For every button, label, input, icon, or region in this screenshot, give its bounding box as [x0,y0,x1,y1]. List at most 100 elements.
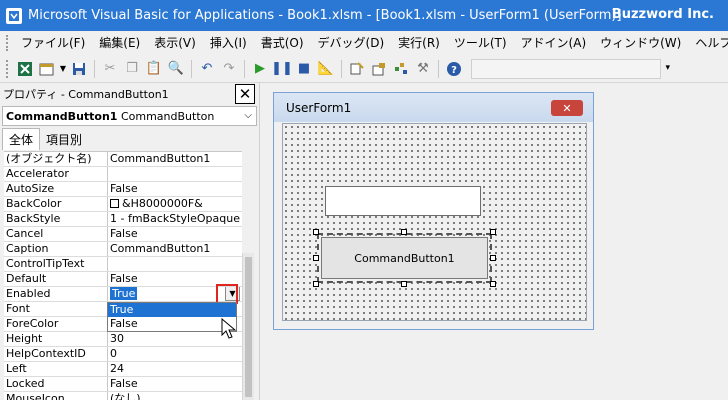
property-value[interactable]: 24 [108,362,242,376]
menu-tools[interactable]: ツール(T) [447,32,514,54]
scrollbar-thumb[interactable] [245,257,252,397]
property-name: Accelerator [4,167,108,181]
reset-icon[interactable]: ■ [293,58,315,80]
run-icon[interactable]: ▶ [249,58,271,80]
userform-title: UserForm1 [286,100,352,115]
resize-handle[interactable] [401,229,407,235]
properties-panel: プロパティ - CommandButton1 ✕ CommandButton1 … [0,83,260,400]
properties-window-icon[interactable] [368,58,390,80]
object-name: CommandButton1 [6,109,118,123]
property-row[interactable]: ControlTipText [4,257,242,272]
property-value[interactable] [108,257,242,271]
project-explorer-icon[interactable] [346,58,368,80]
userform-window[interactable]: UserForm1 ✕ CommandButton1 [273,92,594,330]
property-row[interactable]: MouseIcon (なし) [4,392,242,400]
property-value[interactable]: &H8000000F& [108,197,242,211]
property-value[interactable]: CommandButton1 [108,242,242,256]
property-row[interactable]: Locked False [4,377,242,392]
property-name: (オブジェクト名) [4,152,108,166]
menu-help[interactable]: ヘルプ(H) [688,32,728,54]
resize-handle[interactable] [313,255,319,261]
tab-alphabetic[interactable]: 全体 [2,128,41,150]
menu-window[interactable]: ウィンドウ(W) [593,32,688,54]
property-row[interactable]: AutoSize False [4,182,242,197]
property-row[interactable]: HelpContextID 0 [4,347,242,362]
resize-handle[interactable] [313,281,319,287]
menu-view[interactable]: 表示(V) [147,32,203,54]
toolbar-separator [244,59,245,78]
toolbox-icon[interactable]: ⚒ [412,58,434,80]
menu-format[interactable]: 書式(O) [254,32,311,54]
enabled-dropdown-list[interactable]: True False [107,302,237,332]
userform-canvas[interactable]: CommandButton1 [282,123,587,321]
property-row[interactable]: BackStyle 1 - fmBackStyleOpaque [4,212,242,227]
menu-debug[interactable]: デバッグ(D) [311,32,392,54]
dropdown-arrow-icon[interactable]: ▼ [58,58,68,80]
userform-titlebar: UserForm1 ✕ [274,93,593,122]
tab-categorized[interactable]: 項目別 [40,129,88,150]
toolbar-options-icon[interactable]: ▾ [665,63,670,73]
property-value[interactable]: CommandButton1 [108,152,242,166]
toolbar-separator [438,59,439,78]
excel-view-icon[interactable] [14,58,36,80]
vba-app-icon [6,7,22,24]
toolbar-grip[interactable] [6,59,10,78]
properties-scrollbar[interactable] [242,253,254,400]
copy-icon[interactable]: ❐ [121,58,143,80]
property-name: MouseIcon [4,392,108,400]
toolbar-separator [341,59,342,78]
find-icon[interactable]: 🔍 [165,58,187,80]
dropdown-option-true[interactable]: True [108,303,236,317]
property-row[interactable]: (オブジェクト名) CommandButton1 [4,152,242,167]
resize-handle[interactable] [490,255,496,261]
highlight-frame [216,284,238,304]
menubar-grip[interactable] [6,35,8,51]
property-row[interactable]: BackColor &H8000000F& [4,197,242,212]
dropdown-option-false[interactable]: False [108,317,236,331]
property-row[interactable]: Height 30 [4,332,242,347]
resize-handle[interactable] [490,229,496,235]
object-browser-icon[interactable] [390,58,412,80]
menu-file[interactable]: ファイル(F) [14,32,92,54]
menu-edit[interactable]: 編集(E) [92,32,147,54]
redo-icon[interactable]: ↷ [218,58,240,80]
property-row[interactable]: Caption CommandButton1 [4,242,242,257]
pause-icon[interactable]: ❚❚ [271,58,293,80]
resize-handle[interactable] [313,229,319,235]
properties-header: プロパティ - CommandButton1 ✕ [0,83,259,105]
title-bar: Microsoft Visual Basic for Applications … [0,0,728,31]
cut-icon[interactable]: ✂ [99,58,121,80]
textbox-control[interactable] [325,186,481,216]
save-icon[interactable] [68,58,90,80]
design-mode-icon[interactable]: 📐 [315,58,337,80]
property-value[interactable]: False [108,227,242,241]
property-row[interactable]: Cancel False [4,227,242,242]
property-row-enabled[interactable]: Enabled True ▼ [4,287,242,302]
property-value[interactable]: False [108,377,242,391]
property-name: ControlTipText [4,257,108,271]
property-value[interactable]: 0 [108,347,242,361]
help-icon[interactable]: ? [443,58,465,80]
property-name: Cancel [4,227,108,241]
property-value[interactable]: (なし) [108,392,242,400]
mouse-cursor-icon [221,318,237,339]
insert-userform-icon[interactable] [36,58,58,80]
menu-insert[interactable]: 挿入(I) [203,32,254,54]
commandbutton-control[interactable]: CommandButton1 [317,233,492,283]
paste-icon[interactable]: 📋 [143,58,165,80]
property-value[interactable]: 1 - fmBackStyleOpaque [108,212,242,226]
property-value[interactable] [108,167,242,181]
close-icon[interactable]: ✕ [551,100,583,116]
property-value[interactable]: False [108,182,242,196]
resize-handle[interactable] [490,281,496,287]
close-icon[interactable]: ✕ [235,84,255,104]
menu-run[interactable]: 実行(R) [391,32,447,54]
undo-icon[interactable]: ↶ [196,58,218,80]
property-row[interactable]: Left 24 [4,362,242,377]
property-row[interactable]: Accelerator [4,167,242,182]
object-selector[interactable]: CommandButton1 CommandButton ⌵ [2,106,257,126]
chevron-down-icon[interactable]: ⌵ [244,110,252,121]
menu-addins[interactable]: アドイン(A) [514,32,594,54]
property-row[interactable]: Default False [4,272,242,287]
resize-handle[interactable] [401,281,407,287]
